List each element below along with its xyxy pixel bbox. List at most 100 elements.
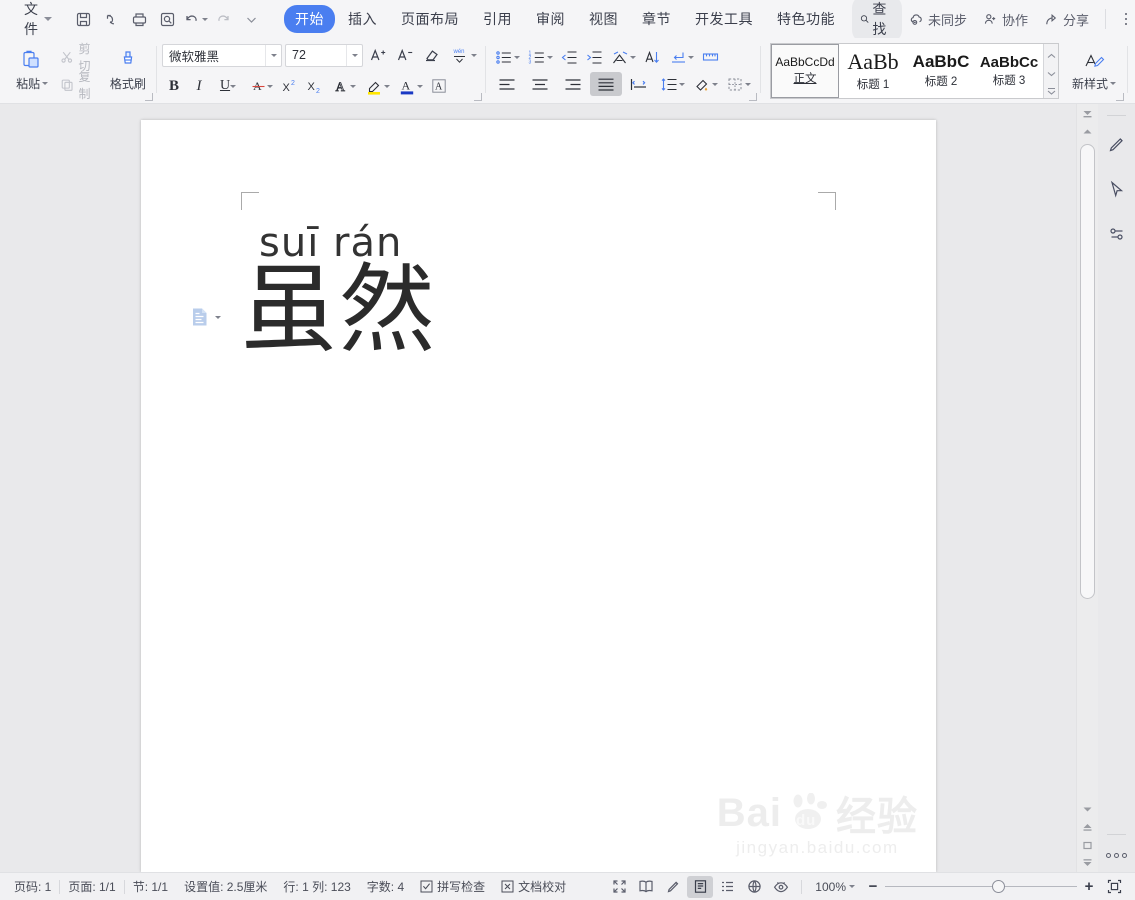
- chevron-down-icon[interactable]: [687, 55, 694, 59]
- zoom-level-button[interactable]: 100%: [809, 880, 861, 894]
- save-icon[interactable]: [70, 6, 96, 32]
- pinyin-phonetic-button[interactable]: [607, 45, 639, 69]
- document-canvas[interactable]: suī rán 虽然 Bai du 经验 jingyan.baidu.com: [0, 104, 1076, 872]
- bullet-list-button[interactable]: [491, 45, 523, 69]
- shading-button[interactable]: [689, 72, 721, 96]
- underline-button[interactable]: U: [212, 74, 244, 98]
- bold-button[interactable]: B: [162, 74, 186, 98]
- font-color-button[interactable]: A: [394, 74, 426, 98]
- scroll-up-icon[interactable]: [1047, 46, 1056, 64]
- fit-page-icon[interactable]: [1101, 876, 1127, 898]
- italic-button[interactable]: I: [187, 74, 211, 98]
- settings-sliders-icon[interactable]: [1103, 220, 1131, 248]
- paragraph-dialog-launcher[interactable]: [749, 93, 758, 101]
- tab-special-features[interactable]: 特色功能: [766, 5, 846, 33]
- select-browse-object-icon[interactable]: [1078, 836, 1098, 854]
- vertical-scrollbar[interactable]: [1076, 104, 1098, 872]
- paste-button[interactable]: 粘贴: [10, 42, 54, 100]
- styles-dialog-launcher[interactable]: [1116, 93, 1125, 101]
- increase-indent-button[interactable]: [582, 45, 606, 69]
- style-item-heading-3[interactable]: AaBbCc 标题 3: [975, 44, 1043, 98]
- chevron-down-icon[interactable]: [266, 84, 273, 88]
- character-border-button[interactable]: A: [427, 74, 451, 98]
- chevron-down-icon[interactable]: [711, 82, 718, 86]
- font-family-combobox[interactable]: 微软雅黑: [162, 43, 283, 67]
- zoom-in-button[interactable]: +: [1078, 876, 1100, 898]
- scroll-down-icon[interactable]: [1047, 64, 1056, 82]
- chevron-down-icon[interactable]: [629, 55, 636, 59]
- clear-format-button[interactable]: [420, 43, 444, 67]
- print-icon[interactable]: [126, 6, 152, 32]
- style-item-heading-1[interactable]: AaBb 标题 1: [839, 44, 907, 98]
- zoom-out-button[interactable]: −: [862, 876, 884, 898]
- chevron-down-icon[interactable]: [349, 84, 356, 88]
- chevron-down-icon[interactable]: [678, 82, 685, 86]
- align-center-button[interactable]: [524, 72, 556, 96]
- previous-page-icon[interactable]: [1078, 818, 1098, 836]
- chevron-down-icon[interactable]: [265, 44, 281, 66]
- collaborate-button[interactable]: 协作: [976, 6, 1035, 33]
- ruler-button[interactable]: [698, 45, 722, 69]
- scroll-up-icon[interactable]: [1078, 122, 1098, 140]
- more-options-icon[interactable]: [1100, 847, 1133, 864]
- document-page[interactable]: suī rán 虽然 Bai du 经验 jingyan.baidu.com: [141, 120, 936, 872]
- chevron-down-icon[interactable]: [513, 55, 520, 59]
- scrollbar-track[interactable]: [1077, 140, 1098, 800]
- superscript-button[interactable]: X 2: [278, 74, 302, 98]
- file-menu-button[interactable]: 文件: [20, 0, 56, 42]
- style-gallery-scrollbar[interactable]: [1043, 43, 1059, 100]
- web-layout-icon[interactable]: [741, 876, 767, 898]
- strikethrough-button[interactable]: A: [245, 74, 277, 98]
- copy-button[interactable]: 复制: [54, 70, 106, 101]
- scroll-down-icon[interactable]: [1078, 800, 1098, 818]
- style-gallery-expand-icon[interactable]: [1047, 82, 1056, 100]
- paste-options-icon[interactable]: [191, 307, 221, 327]
- cut-button[interactable]: 剪切: [54, 42, 106, 73]
- eye-protection-icon[interactable]: [768, 876, 794, 898]
- align-right-button[interactable]: [557, 72, 589, 96]
- share-button[interactable]: 分享: [1037, 6, 1096, 33]
- subscript-button[interactable]: X 2: [303, 74, 327, 98]
- style-item-heading-2[interactable]: AaBbC 标题 2: [907, 44, 975, 98]
- outline-view-icon[interactable]: [714, 876, 740, 898]
- cloud-sync-icon[interactable]: [98, 6, 124, 32]
- tab-developer-tools[interactable]: 开发工具: [684, 5, 764, 33]
- tab-sections[interactable]: 章节: [631, 5, 682, 33]
- sync-status-button[interactable]: 未同步: [902, 6, 974, 33]
- decrease-indent-button[interactable]: [557, 45, 581, 69]
- proofread-button[interactable]: 文档校对: [493, 878, 574, 895]
- tab-start[interactable]: 开始: [284, 5, 335, 33]
- reading-layout-icon[interactable]: [633, 876, 659, 898]
- highlight-color-button[interactable]: [361, 74, 393, 98]
- status-word-count[interactable]: 字数: 4: [359, 878, 412, 895]
- font-size-combobox[interactable]: 72: [285, 43, 364, 67]
- align-justify-button[interactable]: [590, 72, 623, 96]
- format-painter-button[interactable]: 格式刷: [106, 42, 150, 100]
- sort-button[interactable]: [640, 45, 664, 69]
- more-menu-icon[interactable]: [1115, 7, 1135, 31]
- pen-tool-icon[interactable]: [1103, 130, 1131, 158]
- customize-qat-icon[interactable]: [238, 6, 264, 32]
- distribute-button[interactable]: [623, 72, 655, 96]
- line-spacing-button[interactable]: [656, 72, 688, 96]
- tab-references[interactable]: 引用: [472, 5, 523, 33]
- print-preview-icon[interactable]: [154, 6, 180, 32]
- redo-icon[interactable]: [210, 6, 236, 32]
- tab-review[interactable]: 审阅: [525, 5, 576, 33]
- print-layout-icon[interactable]: [687, 875, 714, 898]
- align-left-button[interactable]: [491, 72, 523, 96]
- chevron-down-icon[interactable]: [744, 82, 751, 86]
- chevron-down-icon[interactable]: [470, 53, 477, 57]
- ink-annotation-icon[interactable]: [660, 876, 686, 898]
- next-page-icon[interactable]: [1078, 854, 1098, 872]
- undo-dropdown-icon[interactable]: [201, 17, 208, 21]
- text-effects-button[interactable]: A: [328, 74, 360, 98]
- fullscreen-icon[interactable]: [606, 876, 632, 898]
- shrink-font-button[interactable]: [393, 43, 417, 67]
- tab-insert[interactable]: 插入: [337, 5, 388, 33]
- scrollbar-thumb[interactable]: [1080, 144, 1095, 599]
- document-content[interactable]: suī rán 虽然: [241, 220, 836, 361]
- select-cursor-icon[interactable]: [1103, 175, 1131, 203]
- tab-view[interactable]: 视图: [578, 5, 629, 33]
- new-style-button[interactable]: 新样式: [1067, 42, 1121, 100]
